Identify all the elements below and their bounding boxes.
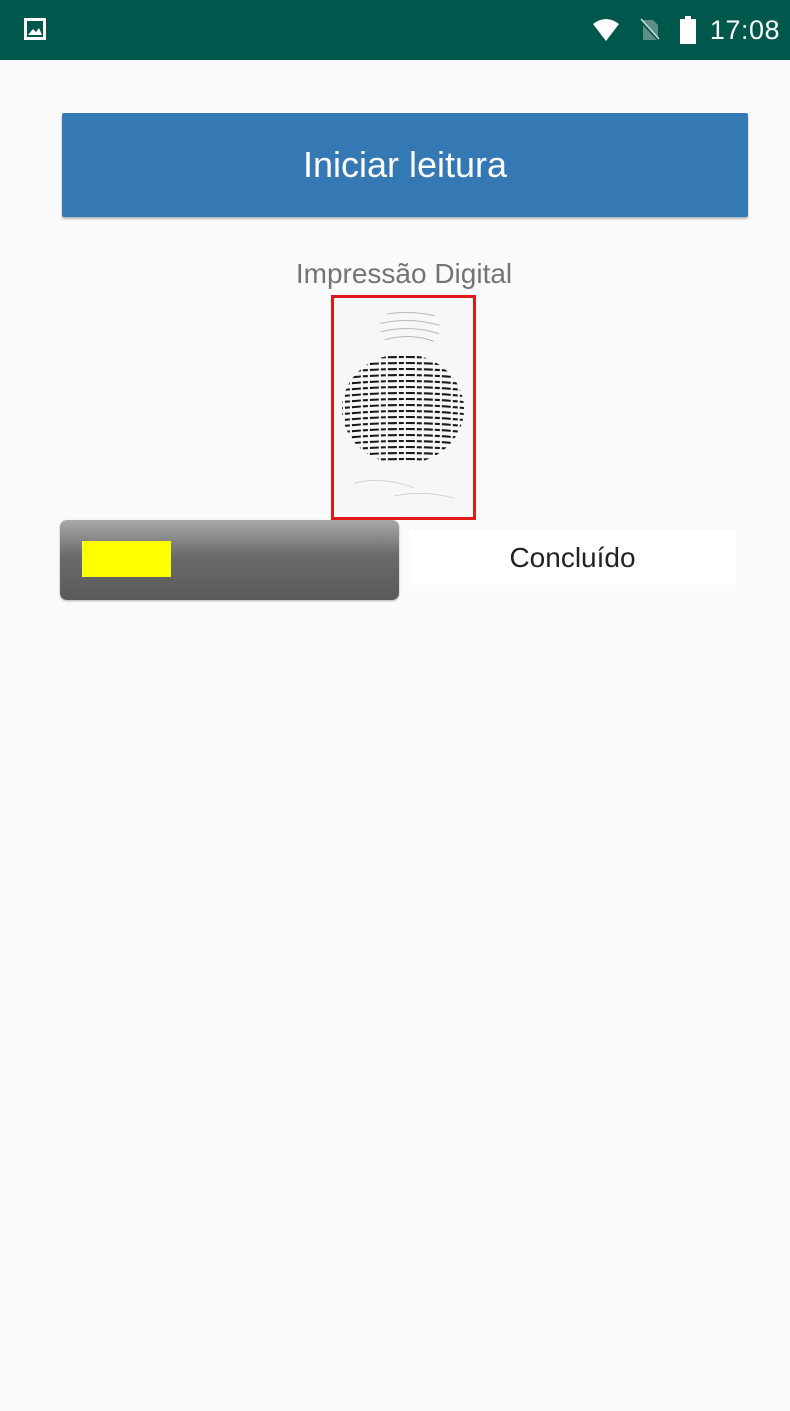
- no-sim-icon: [639, 18, 660, 42]
- fingerprint-label: Impressão Digital: [295, 258, 513, 289]
- fingerprint-image: [331, 295, 476, 520]
- wifi-icon: [592, 19, 619, 41]
- gallery-icon: [24, 18, 46, 40]
- battery-icon: [679, 16, 696, 44]
- start-reading-button[interactable]: Iniciar leitura: [62, 113, 748, 217]
- status-text: Concluído: [409, 530, 736, 585]
- progress-fill: [82, 541, 171, 577]
- status-icons: 17:08: [592, 0, 780, 60]
- status-bar: 17:08: [0, 0, 790, 60]
- progress-bar: [60, 520, 399, 600]
- status-time: 17:08: [709, 14, 780, 45]
